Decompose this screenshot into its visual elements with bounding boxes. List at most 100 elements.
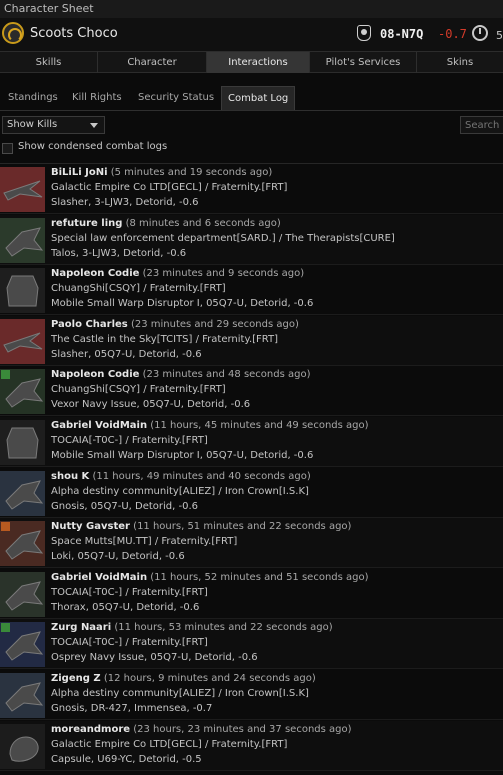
combat-log-row[interactable]: shou K (11 hours, 49 minutes and 40 seco… [0, 468, 503, 518]
kill-time: (11 hours, 51 minutes and 22 seconds ago… [129, 521, 352, 533]
tech-level-badge-icon [1, 370, 10, 380]
kill-header: Zigeng Z (12 hours, 9 minutes and 24 sec… [51, 673, 316, 684]
slasher-ship-icon[interactable] [0, 318, 45, 364]
corp-alliance: Alpha destiny community[ALIEZ] / Iron Cr… [51, 485, 309, 497]
kill-filter-value: Show Kills [7, 119, 58, 130]
kill-time: (23 minutes and 29 seconds ago) [127, 318, 299, 330]
kill-time: (12 hours, 9 minutes and 24 seconds ago) [100, 673, 316, 684]
main-tab-bar: Skills Character Interactions Pilot's Se… [0, 51, 503, 73]
slasher-ship-icon[interactable] [0, 167, 45, 212]
corp-alliance: Galactic Empire Co LTD[GECL] / Fraternit… [51, 738, 288, 750]
combat-log-row[interactable]: Nutty Gavster (11 hours, 51 minutes and … [0, 518, 503, 569]
warp-disruptor-icon[interactable] [0, 420, 45, 465]
combat-log-row[interactable]: refuture ling (8 minutes and 6 seconds a… [0, 214, 503, 265]
capsule-icon[interactable] [0, 723, 45, 769]
kill-time: (11 hours, 53 minutes and 22 seconds ago… [111, 622, 333, 634]
clock-value: 5 [496, 29, 503, 42]
search-input[interactable] [460, 116, 503, 134]
kill-details: Slasher, 05Q7-U, Detorid, -0.6 [51, 348, 202, 360]
combat-log-row[interactable]: Zurg Naari (11 hours, 53 minutes and 22 … [0, 619, 503, 670]
combat-log-row[interactable]: Paolo Charles (23 minutes and 29 seconds… [0, 315, 503, 366]
subtab-standings[interactable]: Standings [2, 86, 64, 110]
combat-log-row[interactable]: Napoleon Codie (23 minutes and 9 seconds… [0, 265, 503, 316]
tech-level-badge-icon [1, 522, 10, 532]
corp-alliance: Alpha destiny community[ALIEZ] / Iron Cr… [51, 688, 309, 699]
gnosis-ship-icon[interactable] [0, 673, 45, 718]
kill-header: shou K (11 hours, 49 minutes and 40 seco… [51, 471, 311, 482]
pilot-name[interactable]: Gabriel VoidMain [51, 420, 147, 431]
vexor-ship-icon[interactable] [0, 369, 45, 415]
kill-header: Zurg Naari (11 hours, 53 minutes and 22 … [51, 622, 333, 633]
current-system[interactable]: 08-N7Q [380, 27, 423, 41]
combat-log-row[interactable]: BiLiLi JoNi (5 minutes and 19 seconds ag… [0, 164, 503, 214]
character-name: Scoots Choco [30, 26, 118, 41]
pilot-name[interactable]: refuture ling [51, 218, 122, 229]
kill-details: Slasher, 3-LJW3, Detorid, -0.6 [51, 197, 199, 208]
security-status-icon [357, 25, 371, 41]
corp-alliance: Galactic Empire Co LTD[GECL] / Fraternit… [51, 182, 288, 193]
warp-disruptor-icon[interactable] [0, 268, 45, 314]
talos-ship-icon[interactable] [0, 217, 45, 263]
pilot-name[interactable]: Napoleon Codie [51, 369, 139, 380]
kill-time: (23 minutes and 48 seconds ago) [139, 369, 311, 381]
kill-header: moreandmore (23 hours, 23 minutes and 37… [51, 724, 352, 735]
pilot-name[interactable]: Napoleon Codie [51, 268, 139, 279]
window-title: Character Sheet [4, 2, 94, 15]
kill-time: (5 minutes and 19 seconds ago) [107, 167, 273, 178]
kill-header: Paolo Charles (23 minutes and 29 seconds… [51, 319, 299, 330]
thorax-ship-icon[interactable] [0, 571, 45, 617]
kill-details: Osprey Navy Issue, 05Q7-U, Detorid, -0.6 [51, 652, 258, 664]
tab-skins[interactable]: Skins [417, 52, 503, 73]
corp-alliance: Space Mutts[MU.TT] / Fraternity.[FRT] [51, 536, 238, 548]
corporation-logo-icon[interactable] [2, 22, 24, 44]
tab-skills[interactable]: Skills [0, 52, 98, 73]
kill-time: (11 hours, 45 minutes and 49 seconds ago… [147, 420, 369, 431]
kill-details: Mobile Small Warp Disruptor I, 05Q7-U, D… [51, 298, 314, 310]
corp-alliance: TOCAIA[-T0C-] / Fraternity.[FRT] [51, 435, 208, 446]
clock-icon [472, 25, 488, 41]
subtab-security-status[interactable]: Security Status [132, 86, 220, 110]
loki-ship-icon[interactable] [0, 521, 45, 567]
kill-details: Talos, 3-LJW3, Detorid, -0.6 [51, 247, 187, 259]
pilot-name[interactable]: Gabriel VoidMain [51, 572, 147, 583]
combat-log-row[interactable]: Zigeng Z (12 hours, 9 minutes and 24 sec… [0, 670, 503, 720]
kill-time: (23 minutes and 9 seconds ago) [139, 268, 305, 280]
tab-character[interactable]: Character [98, 52, 207, 73]
title-bar[interactable]: Character Sheet [0, 0, 503, 18]
osprey-ship-icon[interactable] [0, 622, 45, 668]
kill-details: Capsule, U69-YC, Detorid, -0.5 [51, 753, 202, 765]
subtab-combat-log[interactable]: Combat Log [221, 86, 296, 110]
kill-header: Gabriel VoidMain (11 hours, 52 minutes a… [51, 572, 369, 583]
tech-level-badge-icon [1, 623, 10, 633]
kill-filter-dropdown[interactable]: Show Kills [2, 116, 105, 134]
combat-log-row[interactable]: Gabriel VoidMain (11 hours, 52 minutes a… [0, 569, 503, 619]
tab-interactions[interactable]: Interactions [207, 52, 310, 73]
pilot-name[interactable]: Zurg Naari [51, 622, 111, 633]
kill-time: (23 hours, 23 minutes and 37 seconds ago… [130, 723, 352, 735]
combat-log-row[interactable]: Gabriel VoidMain (11 hours, 45 minutes a… [0, 417, 503, 467]
kill-details: Mobile Small Warp Disruptor I, 05Q7-U, D… [51, 450, 314, 461]
tab-pilots-services[interactable]: Pilot's Services [310, 52, 417, 73]
combat-log-row[interactable]: Napoleon Codie (23 minutes and 48 second… [0, 366, 503, 417]
corp-alliance: ChuangShi[CSQY] / Fraternity.[FRT] [51, 384, 226, 396]
pilot-name[interactable]: Nutty Gavster [51, 521, 130, 532]
corp-alliance: ChuangShi[CSQY] / Fraternity.[FRT] [51, 283, 226, 295]
kill-time: (8 minutes and 6 seconds ago) [122, 217, 281, 229]
kill-details: Vexor Navy Issue, 05Q7-U, Detorid, -0.6 [51, 399, 251, 411]
condensed-logs-checkbox[interactable] [2, 143, 13, 154]
kill-time: (11 hours, 49 minutes and 40 seconds ago… [89, 470, 311, 482]
chevron-down-icon [90, 123, 98, 128]
subtab-kill-rights[interactable]: Kill Rights [66, 86, 128, 110]
pilot-name[interactable]: BiLiLi JoNi [51, 167, 108, 178]
pilot-name[interactable]: Zigeng Z [51, 673, 101, 684]
gnosis-ship-icon[interactable] [0, 470, 45, 516]
kill-details: Loki, 05Q7-U, Detorid, -0.6 [51, 551, 185, 563]
kill-details: Thorax, 05Q7-U, Detorid, -0.6 [51, 601, 200, 613]
combat-log-row[interactable]: moreandmore (23 hours, 23 minutes and 37… [0, 720, 503, 771]
pilot-name[interactable]: Paolo Charles [51, 319, 128, 330]
sub-tab-divider [0, 110, 503, 111]
kill-header: Napoleon Codie (23 minutes and 48 second… [51, 369, 311, 380]
pilot-name[interactable]: moreandmore [51, 724, 130, 735]
kill-header: BiLiLi JoNi (5 minutes and 19 seconds ag… [51, 167, 272, 178]
pilot-name[interactable]: shou K [51, 471, 89, 482]
